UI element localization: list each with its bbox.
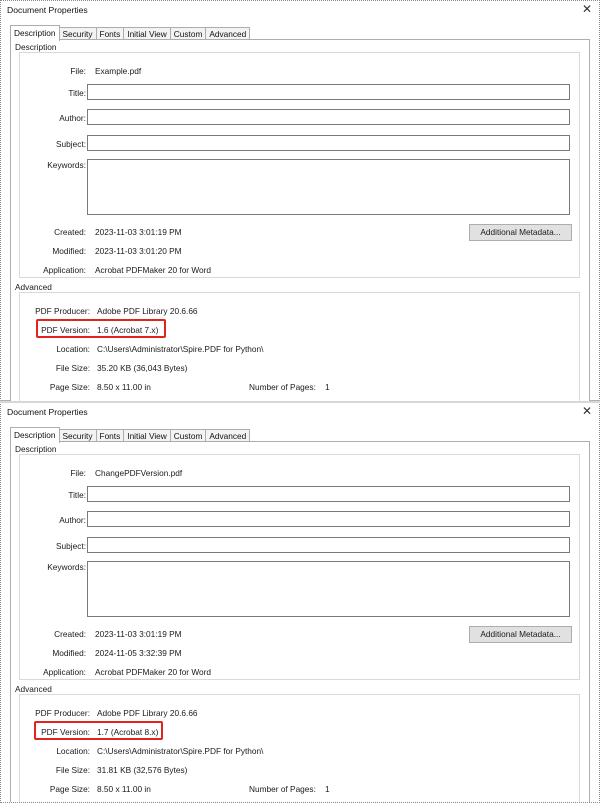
tab-bar: Description Security Fonts Initial View … bbox=[10, 25, 251, 41]
page-size-label: Page Size: bbox=[49, 382, 90, 392]
file-size-value: 31.81 KB (32,576 Bytes) bbox=[97, 765, 188, 775]
subject-label: Subject: bbox=[56, 541, 86, 551]
additional-metadata-button[interactable]: Additional Metadata... bbox=[469, 626, 572, 643]
advanced-group: Advanced PDF Producer: Adobe PDF Library… bbox=[14, 282, 580, 401]
pdf-version-value: 1.6 (Acrobat 7.x) bbox=[97, 325, 159, 335]
location-label: Location: bbox=[56, 344, 90, 354]
title-field[interactable] bbox=[87, 486, 570, 502]
additional-metadata-button[interactable]: Additional Metadata... bbox=[469, 224, 572, 241]
document-properties-dialog-1: Document Properties ✕ Description Securi… bbox=[1, 1, 599, 401]
author-field[interactable] bbox=[87, 109, 570, 125]
file-size-label: File Size: bbox=[55, 765, 90, 775]
page-size-value: 8.50 x 11.00 in bbox=[97, 784, 151, 794]
title-field[interactable] bbox=[87, 84, 570, 100]
application-value: Acrobat PDFMaker 20 for Word bbox=[95, 265, 212, 275]
title-label: Title: bbox=[68, 88, 86, 98]
document-properties-dialog-2: Document Properties ✕ Description Securi… bbox=[1, 403, 599, 802]
created-value: 2023-11-03 3:01:19 PM bbox=[95, 227, 182, 237]
pdf-producer-label: PDF Producer: bbox=[35, 708, 90, 718]
number-of-pages-label: Number of Pages: bbox=[249, 784, 316, 794]
file-label: File: bbox=[70, 468, 86, 478]
close-icon[interactable]: ✕ bbox=[582, 404, 592, 418]
modified-label: Modified: bbox=[52, 246, 86, 256]
author-field[interactable] bbox=[87, 511, 570, 527]
subject-label: Subject: bbox=[56, 139, 86, 149]
application-value: Acrobat PDFMaker 20 for Word bbox=[95, 667, 212, 677]
advanced-group: Advanced PDF Producer: Adobe PDF Library… bbox=[14, 684, 580, 802]
modified-label: Modified: bbox=[52, 648, 86, 658]
location-value: C:\Users\Administrator\Spire.PDF for Pyt… bbox=[97, 344, 264, 354]
author-label: Author: bbox=[59, 515, 86, 525]
application-label: Application: bbox=[43, 265, 86, 275]
file-size-value: 35.20 KB (36,043 Bytes) bbox=[97, 363, 188, 373]
advanced-group-label: Advanced bbox=[14, 684, 53, 694]
keywords-label: Keywords: bbox=[47, 562, 86, 572]
created-value: 2023-11-03 3:01:19 PM bbox=[95, 629, 182, 639]
keywords-label: Keywords: bbox=[47, 160, 86, 170]
file-size-label: File Size: bbox=[55, 363, 90, 373]
dialog-title: Document Properties bbox=[7, 5, 88, 15]
description-tab-panel: Description File: ChangePDFVersion.pdf T… bbox=[10, 441, 590, 802]
pdf-producer-value: Adobe PDF Library 20.6.66 bbox=[97, 306, 198, 316]
keywords-field[interactable] bbox=[87, 561, 570, 617]
subject-field[interactable] bbox=[87, 537, 570, 553]
file-value: ChangePDFVersion.pdf bbox=[95, 468, 183, 478]
pdf-version-label: PDF Version: bbox=[41, 325, 90, 335]
location-value: C:\Users\Administrator\Spire.PDF for Pyt… bbox=[97, 746, 264, 756]
page-size-label: Page Size: bbox=[49, 784, 90, 794]
author-label: Author: bbox=[59, 113, 86, 123]
application-label: Application: bbox=[43, 667, 86, 677]
tab-description[interactable]: Description bbox=[10, 427, 60, 443]
keywords-field[interactable] bbox=[87, 159, 570, 215]
created-label: Created: bbox=[54, 227, 86, 237]
advanced-group-label: Advanced bbox=[14, 282, 53, 292]
pdf-version-label: PDF Version: bbox=[41, 727, 90, 737]
created-label: Created: bbox=[54, 629, 86, 639]
tab-description[interactable]: Description bbox=[10, 25, 60, 41]
file-value: Example.pdf bbox=[95, 66, 142, 76]
description-group-label: Description bbox=[14, 444, 58, 454]
modified-value: 2023-11-03 3:01:20 PM bbox=[95, 246, 182, 256]
tab-bar: Description Security Fonts Initial View … bbox=[10, 427, 251, 443]
description-group: Description File: ChangePDFVersion.pdf T… bbox=[14, 444, 580, 680]
file-label: File: bbox=[70, 66, 86, 76]
close-icon[interactable]: ✕ bbox=[582, 2, 592, 16]
modified-value: 2024-11-05 3:32:39 PM bbox=[95, 648, 182, 658]
pdf-producer-value: Adobe PDF Library 20.6.66 bbox=[97, 708, 198, 718]
location-label: Location: bbox=[56, 746, 90, 756]
subject-field[interactable] bbox=[87, 135, 570, 151]
pdf-producer-label: PDF Producer: bbox=[35, 306, 90, 316]
number-of-pages-label: Number of Pages: bbox=[249, 382, 316, 392]
number-of-pages-value: 1 bbox=[325, 382, 330, 392]
description-tab-panel: Description File: Example.pdf Title: Aut… bbox=[10, 39, 590, 401]
number-of-pages-value: 1 bbox=[325, 784, 330, 794]
dialog-title: Document Properties bbox=[7, 407, 88, 417]
page-size-value: 8.50 x 11.00 in bbox=[97, 382, 151, 392]
description-group: Description File: Example.pdf Title: Aut… bbox=[14, 42, 580, 278]
pdf-version-value: 1.7 (Acrobat 8.x) bbox=[97, 727, 159, 737]
title-label: Title: bbox=[68, 490, 86, 500]
description-group-label: Description bbox=[14, 42, 58, 52]
